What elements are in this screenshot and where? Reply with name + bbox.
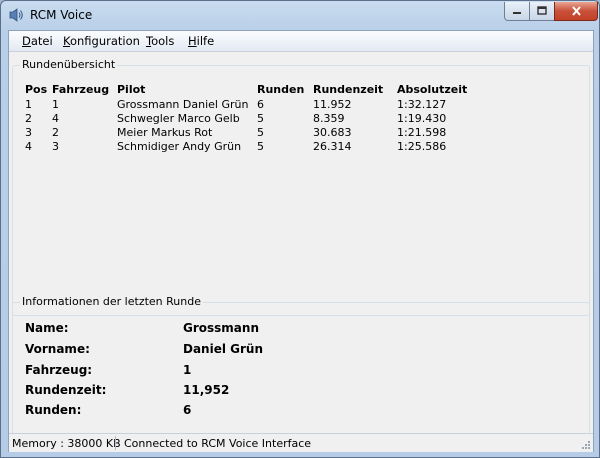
cell-pilot: Grossmann Daniel Grün (117, 98, 249, 111)
label-fahrzeug: Fahrzeug: (25, 363, 93, 377)
status-memory: Memory : 38000 KB (12, 437, 121, 450)
cell-absolutzeit: 1:32.127 (397, 98, 447, 111)
cell-pilot: Schwegler Marco Gelb (117, 112, 240, 125)
cell-runden: 5 (257, 140, 264, 153)
cell-rundenzeit: 26.314 (313, 140, 352, 153)
value-runden: 6 (183, 403, 192, 417)
cell-pos: 2 (25, 112, 32, 125)
cell-absolutzeit: 1:19.430 (397, 112, 447, 125)
status-connection: Connected to RCM Voice Interface (124, 437, 312, 450)
app-window: RCM Voice Datei Konfiguration Tools Hilf… (0, 0, 600, 458)
col-header-pos: Pos (25, 83, 48, 96)
cell-pos: 4 (25, 140, 32, 153)
col-header-fahrzeug: Fahrzeug (52, 83, 110, 96)
maximize-button[interactable] (529, 2, 555, 21)
minimize-button[interactable] (504, 2, 530, 21)
value-rundenzeit: 11,952 (183, 383, 230, 397)
cell-absolutzeit: 1:21.598 (397, 126, 447, 139)
label-name: Name: (25, 321, 69, 335)
last-round-group: Informationen der letzten Runde (12, 295, 590, 435)
cell-runden: 5 (257, 126, 264, 139)
cell-fahrzeug: 2 (52, 126, 59, 139)
cell-rundenzeit: 8.359 (313, 112, 345, 125)
maximize-icon (537, 6, 547, 15)
menu-konfiguration[interactable]: Konfiguration (63, 34, 140, 48)
cell-rundenzeit: 11.952 (313, 98, 352, 111)
close-button[interactable] (554, 2, 598, 21)
minimize-icon (513, 12, 521, 14)
rounds-overview-group: Rundenübersicht (12, 58, 590, 316)
cell-pos: 3 (25, 126, 32, 139)
cell-rundenzeit: 30.683 (313, 126, 352, 139)
col-header-rundenzeit: Rundenzeit (313, 83, 384, 96)
cell-fahrzeug: 3 (52, 140, 59, 153)
status-separator (115, 436, 116, 450)
last-round-title: Informationen der letzten Runde (20, 295, 203, 308)
cell-pilot: Meier Markus Rot (117, 126, 213, 139)
resize-grip-icon[interactable] (581, 440, 591, 450)
client-area: Datei Konfiguration Tools Hilfe Rundenüb… (8, 30, 594, 452)
cell-runden: 6 (257, 98, 264, 111)
cell-absolutzeit: 1:25.586 (397, 140, 447, 153)
cell-runden: 5 (257, 112, 264, 125)
status-bar: Memory : 38000 KB Connected to RCM Voice… (9, 433, 593, 452)
cell-fahrzeug: 4 (52, 112, 59, 125)
col-header-pilot: Pilot (117, 83, 146, 96)
col-header-runden: Runden (257, 83, 305, 96)
menu-bar: Datei Konfiguration Tools Hilfe (9, 31, 593, 52)
menu-tools[interactable]: Tools (146, 34, 174, 48)
speaker-icon (9, 8, 23, 22)
label-rundenzeit: Rundenzeit: (25, 383, 107, 397)
value-fahrzeug: 1 (183, 363, 192, 377)
rounds-overview-title: Rundenübersicht (20, 58, 118, 71)
label-runden: Runden: (25, 403, 82, 417)
menu-hilfe[interactable]: Hilfe (188, 34, 214, 48)
value-vorname: Daniel Grün (183, 342, 263, 356)
col-header-absolutzeit: Absolutzeit (397, 83, 468, 96)
close-icon (571, 6, 581, 16)
cell-pilot: Schmidiger Andy Grün (117, 140, 242, 153)
cell-fahrzeug: 1 (52, 98, 59, 111)
label-vorname: Vorname: (25, 342, 90, 356)
window-title: RCM Voice (30, 8, 93, 22)
value-name: Grossmann (183, 321, 259, 335)
menu-datei[interactable]: Datei (22, 34, 53, 48)
cell-pos: 1 (25, 98, 32, 111)
title-bar[interactable]: RCM Voice (1, 1, 599, 29)
